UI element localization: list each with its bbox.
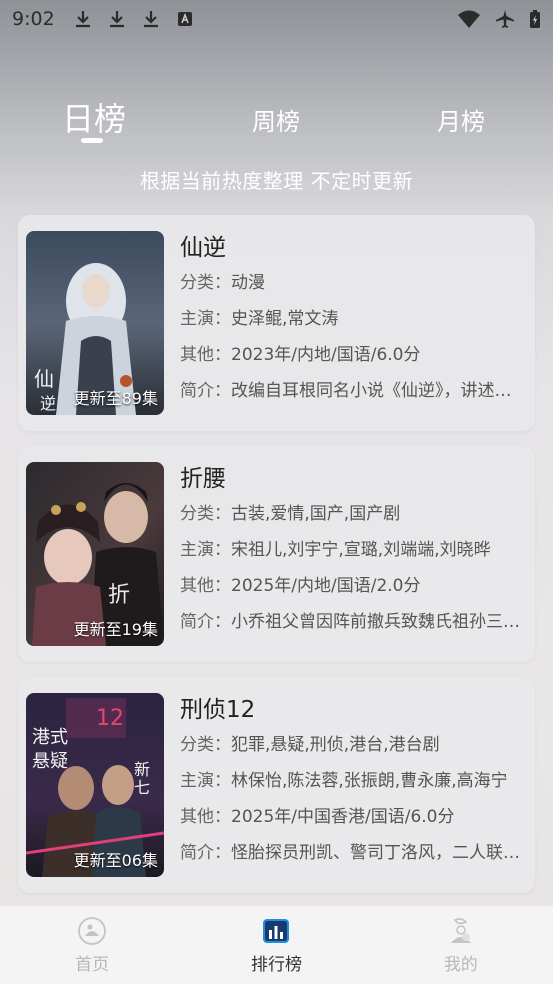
cast-value: 史泽鲲,常文涛 xyxy=(231,309,339,329)
category-value: 动漫 xyxy=(231,273,265,293)
cast-row: 主演：宋祖儿,刘宇宁,宣璐,刘端端,刘晓晔 xyxy=(180,532,525,568)
other-label: 其他： xyxy=(180,345,231,365)
nav-ranking[interactable]: 排行榜 xyxy=(184,906,368,984)
status-bar: 9:02 xyxy=(0,0,553,38)
category-label: 分类： xyxy=(180,273,231,293)
nav-profile[interactable]: 我的 xyxy=(369,906,553,984)
category-value: 犯罪,悬疑,刑侦,港台,港台剧 xyxy=(231,735,440,755)
intro-row: 简介：怪胎探员刑凯、警司丁洛风，二人联手破案 xyxy=(180,835,525,871)
list-item[interactable]: 仙 逆 更新至89集 仙逆 分类：动漫 主演：史泽鲲,常文涛 其他：2023年/… xyxy=(18,215,535,431)
other-row: 其他：2025年/内地/国语/2.0分 xyxy=(180,568,525,604)
item-title: 仙逆 xyxy=(180,235,226,261)
status-time: 9:02 xyxy=(12,8,55,30)
svg-text:仙: 仙 xyxy=(34,367,54,391)
other-value: 2023年/内地/国语/6.0分 xyxy=(231,345,421,365)
cast-label: 主演： xyxy=(180,309,231,329)
intro-label: 简介： xyxy=(180,612,231,632)
cast-value: 宋祖儿,刘宇宁,宣璐,刘端端,刘晓晔 xyxy=(231,540,491,560)
tab-monthly[interactable]: 月榜 xyxy=(437,102,485,137)
svg-text:12: 12 xyxy=(96,706,124,731)
ranking-tabs: 日榜 周榜 月榜 xyxy=(0,88,553,148)
other-row: 其他：2025年/中国香港/国语/6.0分 xyxy=(180,799,525,835)
svg-text:七: 七 xyxy=(134,778,150,797)
intro-row: 简介：改编自耳根同名小说《仙逆》，讲述了乡村平凡少年王林以心中之执念，逆仙而修 xyxy=(180,373,525,409)
list-item[interactable]: 折 更新至19集 折腰 分类：古装,爱情,国产,国产剧 主演：宋祖儿,刘宇宁,宣… xyxy=(18,446,535,662)
active-tab-indicator xyxy=(81,138,103,143)
other-label: 其他： xyxy=(180,807,231,827)
category-label: 分类： xyxy=(180,504,231,524)
download-icon xyxy=(109,11,124,28)
category-row: 分类：犯罪,悬疑,刑侦,港台,港台剧 xyxy=(180,727,525,763)
svg-text:悬疑: 悬疑 xyxy=(32,751,68,772)
intro-row: 简介：小乔祖父曾因阵前撤兵致魏氏祖孙三代战死 xyxy=(180,604,525,640)
episode-badge: 更新至19集 xyxy=(73,620,158,639)
svg-text:新: 新 xyxy=(134,760,150,779)
other-value: 2025年/内地/国语/2.0分 xyxy=(231,576,421,596)
svg-text:港式: 港式 xyxy=(32,727,68,748)
intro-value: 小乔祖父曾因阵前撤兵致魏氏祖孙三代战死 xyxy=(231,612,525,632)
list-item[interactable]: 港式 悬疑 新 七 12 更新至06集 刑侦12 分类：犯罪,悬疑,刑侦,港台,… xyxy=(18,677,535,893)
category-label: 分类： xyxy=(180,735,231,755)
nav-profile-label: 我的 xyxy=(443,954,478,975)
episode-badge: 更新至89集 xyxy=(73,389,158,408)
bottom-nav: 首页 排行榜 我的 xyxy=(0,906,553,984)
other-label: 其他： xyxy=(180,576,231,596)
system-icons xyxy=(457,9,541,29)
tab-weekly[interactable]: 周榜 xyxy=(252,102,300,137)
svg-text:逆: 逆 xyxy=(40,394,56,413)
category-row: 分类：古装,爱情,国产,国产剧 xyxy=(180,496,525,532)
notification-icons xyxy=(73,9,195,29)
item-info: 仙逆 分类：动漫 主演：史泽鲲,常文涛 其他：2023年/内地/国语/6.0分 … xyxy=(180,231,525,409)
poster-image[interactable]: 仙 逆 更新至89集 xyxy=(26,231,164,415)
wifi-icon xyxy=(458,10,480,28)
item-info: 刑侦12 分类：犯罪,悬疑,刑侦,港台,港台剧 主演：林保怡,陈法蓉,张振朗,曹… xyxy=(180,693,525,871)
ranking-subtitle: 根据当前热度整理 不定时更新 xyxy=(139,169,414,193)
category-row: 分类：动漫 xyxy=(180,265,525,301)
cast-label: 主演： xyxy=(180,540,231,560)
profile-icon xyxy=(450,917,471,943)
intro-value: 怪胎探员刑凯、警司丁洛风，二人联手破案 xyxy=(231,843,525,863)
other-row: 其他：2023年/内地/国语/6.0分 xyxy=(180,337,525,373)
home-icon xyxy=(78,916,107,945)
poster-image[interactable]: 港式 悬疑 新 七 12 更新至06集 xyxy=(26,693,164,877)
cast-label: 主演： xyxy=(180,771,231,791)
svg-text:折: 折 xyxy=(108,583,130,608)
cast-row: 主演：林保怡,陈法蓉,张振朗,曹永廉,高海宁 xyxy=(180,763,525,799)
nav-ranking-label: 排行榜 xyxy=(250,954,302,975)
intro-label: 简介： xyxy=(180,381,231,401)
intro-value: 改编自耳根同名小说《仙逆》，讲述了乡村平凡少年王林以心中之执念，逆仙而修 xyxy=(231,381,525,401)
nav-home[interactable]: 首页 xyxy=(0,906,184,984)
category-value: 古装,爱情,国产,国产剧 xyxy=(231,504,401,524)
ranking-icon xyxy=(263,918,290,943)
battery-icon xyxy=(530,10,540,28)
download-icon xyxy=(143,11,158,28)
other-value: 2025年/中国香港/国语/6.0分 xyxy=(231,807,455,827)
download-icon xyxy=(75,11,90,28)
cast-value: 林保怡,陈法蓉,张振朗,曹永廉,高海宁 xyxy=(231,771,508,791)
episode-badge: 更新至06集 xyxy=(73,851,158,870)
a-icon xyxy=(177,12,192,26)
item-title: 刑侦12 xyxy=(180,697,256,723)
intro-label: 简介： xyxy=(180,843,231,863)
tab-daily[interactable]: 日榜 xyxy=(62,94,126,140)
nav-home-label: 首页 xyxy=(75,954,110,975)
item-info: 折腰 分类：古装,爱情,国产,国产剧 主演：宋祖儿,刘宇宁,宣璐,刘端端,刘晓晔… xyxy=(180,462,525,640)
airplane-icon xyxy=(496,10,514,28)
item-title: 折腰 xyxy=(180,466,226,492)
poster-image[interactable]: 折 更新至19集 xyxy=(26,462,164,646)
cast-row: 主演：史泽鲲,常文涛 xyxy=(180,301,525,337)
